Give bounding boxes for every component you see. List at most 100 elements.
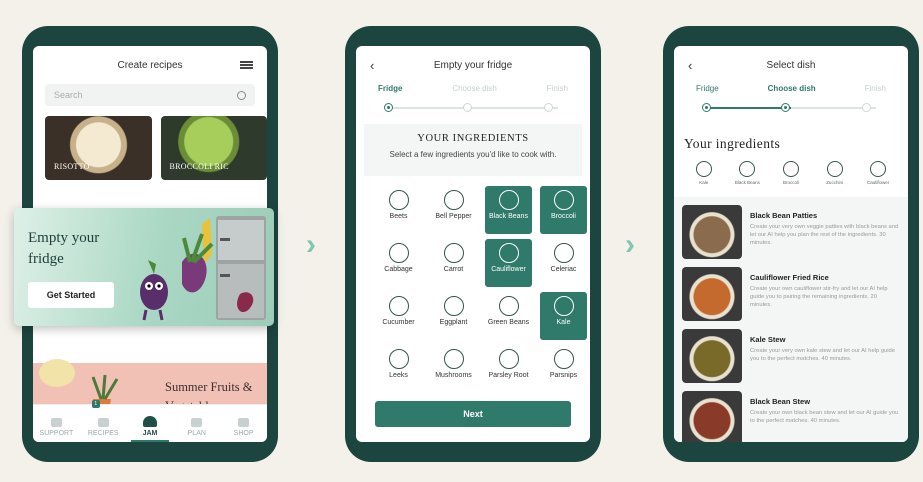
cabbage-icon (388, 243, 409, 263)
black-beans-icon (739, 161, 756, 177)
ingredient-label: Cucumber (382, 319, 415, 326)
recipe-card-risotto[interactable]: RISOTTO (45, 116, 152, 180)
dish-name: Kale Stew (750, 335, 786, 344)
step-fridge: Fridge (378, 84, 403, 93)
recipe-card-broccoli-rice[interactable]: BROCCOLI RIC (160, 116, 267, 180)
ingredient-cucumber[interactable]: Cucumber (375, 292, 422, 340)
ingredient-carrot[interactable]: Carrot (430, 239, 477, 287)
back-arrow-icon[interactable]: ‹ (370, 58, 374, 73)
nav-label: SUPPORT (39, 430, 74, 437)
chip-broccoli[interactable]: Broccoli (771, 161, 811, 185)
ingredient-parsley-root[interactable]: Parsley Root (485, 345, 532, 393)
ingredient-bell-pepper[interactable]: Bell Pepper (430, 186, 477, 234)
ingredient-label: Black Beans (489, 213, 528, 220)
eggplant-icon (443, 296, 464, 316)
recipe-label: BROCCOLI RIC (169, 162, 229, 171)
step-dot-choose-dish (463, 103, 472, 112)
step-dot-finish (544, 103, 553, 112)
ingredient-leeks[interactable]: Leeks (375, 345, 422, 393)
dish-description: Create your own cauliflower stir-fry and… (750, 286, 888, 308)
ingredient-celeriac[interactable]: Celeriac (540, 239, 587, 287)
page-title: Create recipes (117, 59, 183, 71)
empty-fridge-card[interactable]: Empty your fridge Get Started (14, 208, 274, 326)
ingredient-parsnips[interactable]: Parsnips (540, 345, 587, 393)
arrow-right-icon: › (625, 228, 635, 261)
fridge-card-title: Empty your fridge (28, 230, 100, 267)
next-button[interactable]: Next (375, 401, 571, 427)
cauliflower-icon (498, 243, 519, 263)
ingredient-label: Parsley Root (488, 372, 529, 379)
search-input[interactable]: Search (45, 84, 255, 106)
ingredient-kale[interactable]: Kale (540, 292, 587, 340)
dish-card[interactable]: Cauliflower Fried Rice Create your own ca… (674, 267, 908, 329)
book-icon (97, 418, 109, 427)
cauliflower-icon (870, 161, 887, 177)
your-ingredients-title: Your ingredients (684, 136, 781, 151)
phone-select-dish: ‹ Select dish Fridge Choose dish Finish … (663, 26, 919, 462)
chef-hat-icon (142, 416, 157, 427)
ingredient-mushrooms[interactable]: Mushrooms (430, 345, 477, 393)
broccoli-icon (782, 161, 799, 177)
ingredient-beets[interactable]: Beets (375, 186, 422, 234)
chip-label: Broccoli (782, 180, 799, 185)
screen-select-dish: ‹ Select dish Fridge Choose dish Finish … (674, 46, 908, 442)
dish-image (682, 267, 742, 321)
dish-card[interactable]: Kale Stew Create your very own kale stew … (674, 329, 908, 391)
nav-jam[interactable]: JAM (127, 405, 174, 442)
header: ‹ Select dish (674, 46, 908, 84)
get-started-button[interactable]: Get Started (28, 282, 114, 308)
dish-image (682, 391, 742, 442)
ingredient-label: Bell Pepper (435, 213, 472, 220)
hamburger-menu-icon[interactable] (240, 61, 253, 69)
ingredient-cauliflower[interactable]: Cauliflower (485, 239, 532, 287)
calendar-icon (191, 418, 203, 427)
ingredient-eggplant[interactable]: Eggplant (430, 292, 477, 340)
chip-cauliflower[interactable]: Cauliflower (858, 161, 898, 185)
ingredient-black-beans[interactable]: Black Beans (485, 186, 532, 234)
dish-card[interactable]: Black Bean Patties Create your very own v… (674, 205, 908, 267)
nav-plan[interactable]: PLAN (173, 405, 220, 442)
nav-shop[interactable]: SHOP (220, 405, 267, 442)
ingredient-label: Cabbage (384, 266, 413, 273)
dish-name: Black Bean Stew (750, 397, 811, 406)
zucchini-icon (826, 161, 843, 177)
page-title: Empty your fridge (433, 59, 513, 71)
chip-black-beans[interactable]: Black Beans (727, 161, 767, 185)
black-beans-icon (498, 190, 519, 210)
dish-description: Create your very own veggie patties with… (750, 224, 899, 246)
ingredient-label: Eggplant (439, 319, 468, 326)
nav-recipes[interactable]: 1 RECIPES (80, 400, 127, 442)
ingredient-label: Kale (556, 319, 571, 326)
parsnips-icon (553, 349, 574, 369)
ingredient-grid: Beets Bell Pepper Black Beans Broccoli Cabba… (375, 186, 590, 393)
ingredient-green-beans[interactable]: Green Beans (485, 292, 532, 340)
nav-label: SHOP (233, 430, 254, 437)
step-choose-dish: Choose dish (767, 84, 816, 93)
ingredient-cabbage[interactable]: Cabbage (375, 239, 422, 287)
green-beans-icon (498, 296, 519, 316)
carrot-icon (443, 243, 464, 263)
ingredient-broccoli[interactable]: Broccoli (540, 186, 587, 234)
back-arrow-icon[interactable]: ‹ (688, 58, 692, 73)
chip-kale[interactable]: Kale (684, 161, 724, 185)
fridge-illustration (140, 216, 266, 321)
kale-icon (695, 161, 712, 177)
ingredient-label: Parsnips (549, 372, 578, 379)
bell-pepper-icon (443, 190, 464, 210)
nav-support[interactable]: SUPPORT (33, 405, 80, 442)
chip-label: Black Beans (734, 180, 760, 185)
dish-list: Black Bean Patties Create your very own v… (674, 197, 908, 442)
ingredient-label: Mushrooms (435, 372, 472, 379)
step-dot-fridge (702, 103, 711, 112)
dish-card[interactable]: Black Bean Stew Create your own black bea… (674, 391, 908, 442)
header: ‹ Empty your fridge (356, 46, 590, 84)
selected-ingredient-chips: Kale Black Beans Broccoli Zucchini Cauliflow… (682, 161, 900, 185)
dish-description: Create your very own kale stew and let o… (750, 348, 896, 362)
phone-create-recipes: Create recipes Search RISOTTO BROCCOLI R… (14, 26, 278, 462)
chip-label: Kale (699, 180, 709, 185)
dish-name: Cauliflower Fried Rice (750, 273, 829, 282)
nav-label: RECIPES (87, 430, 119, 437)
chip-zucchini[interactable]: Zucchini (815, 161, 855, 185)
step-choose-dish: Choose dish (452, 84, 497, 93)
dish-description: Create your own black bean stew and let … (750, 410, 899, 424)
